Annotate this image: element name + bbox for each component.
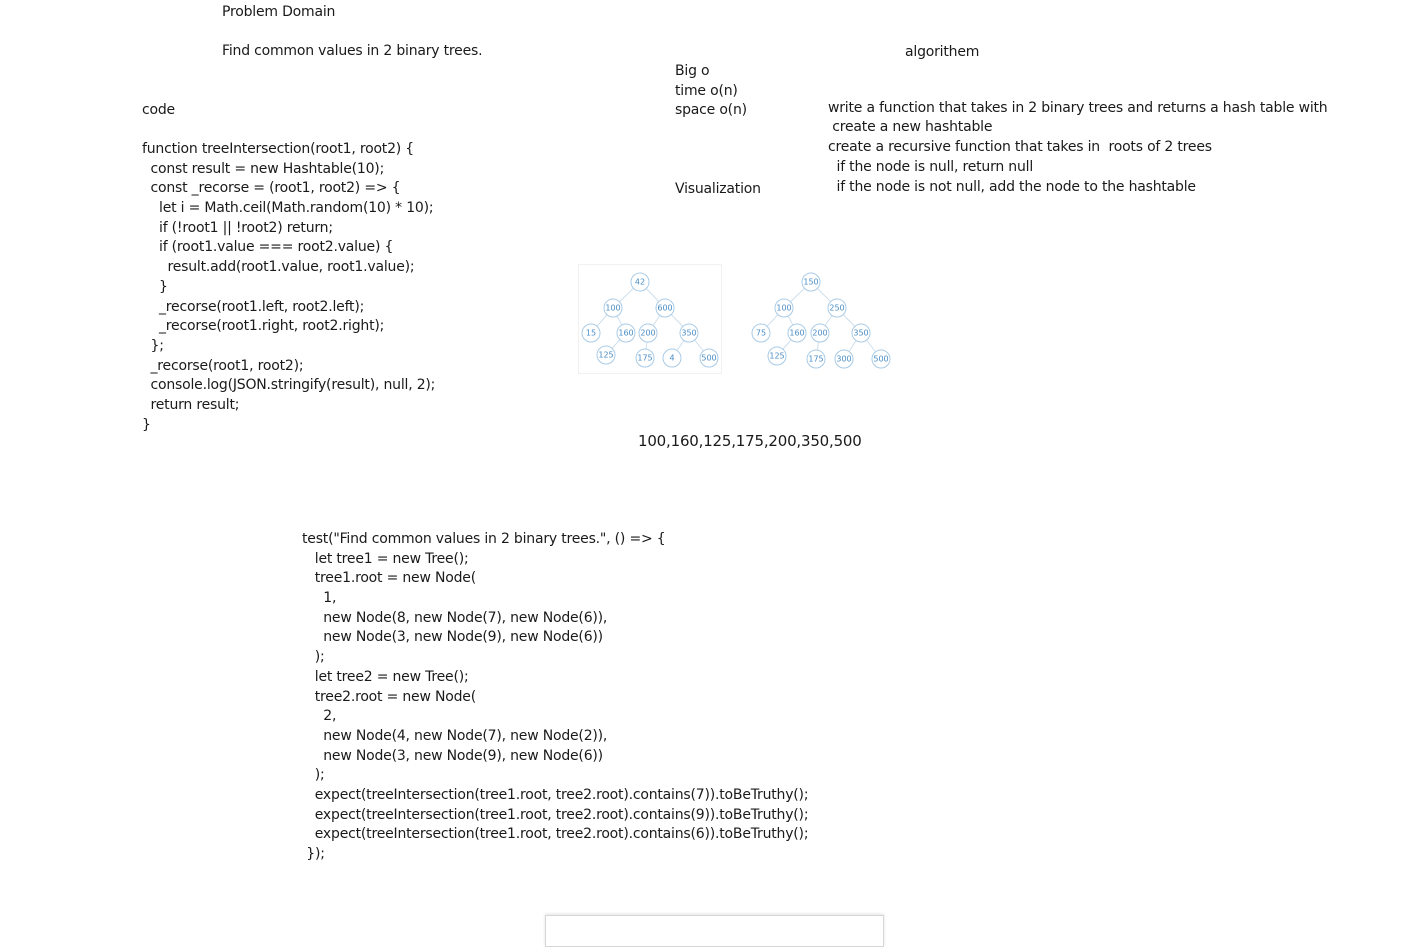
bottom-panel	[545, 915, 884, 947]
tree-node-label: 100	[605, 304, 620, 313]
test-line: );	[302, 649, 325, 666]
test-line: new Node(4, new Node(7), new Node(2)),	[302, 727, 608, 744]
tree-node-label: 160	[789, 329, 804, 338]
big-o-heading: Big o	[675, 63, 710, 79]
tree-node-label: 125	[598, 351, 613, 360]
test-line: let tree1 = new Tree();	[302, 550, 469, 567]
code-line: _recorse(root1, root2);	[142, 357, 304, 374]
tree-node-label: 250	[829, 304, 844, 313]
test-line: new Node(3, new Node(9), new Node(6))	[302, 629, 603, 646]
code-line: if (root1.value === root2.value) {	[142, 239, 394, 256]
test-line: });	[302, 846, 325, 862]
code-line: console.log(JSON.stringify(result), null…	[142, 377, 436, 394]
tree-node-label: 100	[776, 304, 791, 313]
algorithm-step: write a function that takes in 2 binary …	[828, 100, 1328, 116]
test-line: tree2.root = new Node(	[302, 688, 476, 705]
code-line: function treeIntersection(root1, root2) …	[142, 141, 415, 157]
tree-node-label: 500	[701, 354, 716, 363]
algorithm-step: create a recursive function that takes i…	[828, 139, 1212, 155]
code-line: _recorse(root1.left, root2.left);	[142, 298, 365, 315]
test-line: 1,	[302, 590, 337, 607]
tree-node-label: 160	[618, 329, 633, 338]
code-line: let i = Math.ceil(Math.random(10) * 10);	[142, 200, 434, 217]
tree-node-label: 300	[836, 355, 851, 364]
intersection-result: 100,160,125,175,200,350,500	[638, 432, 862, 450]
code-line: const result = new Hashtable(10);	[142, 160, 385, 177]
problem-statement: Find common values in 2 binary trees.	[222, 43, 483, 59]
tree-node-label: 42	[635, 278, 645, 287]
test-line: new Node(3, new Node(9), new Node(6))	[302, 747, 603, 764]
code-line: }	[142, 278, 168, 295]
tree-node-label: 350	[853, 329, 868, 338]
code-line: return result;	[142, 396, 240, 413]
tree-node-label: 500	[873, 355, 888, 364]
tree-node-label: 15	[586, 329, 596, 338]
tree-node-label: 175	[637, 354, 652, 363]
code-line: _recorse(root1.right, root2.right);	[142, 318, 385, 335]
code-line: if (!root1 || !root2) return;	[142, 219, 333, 236]
binary-tree-2: 150 100 250 75 160 200 350 125 175 300 500	[751, 272, 891, 369]
problem-domain-heading: Problem Domain	[222, 4, 336, 20]
test-line: expect(treeIntersection(tree1.root, tree…	[302, 826, 809, 843]
tree-node-label: 600	[657, 304, 672, 313]
tree-node-label: 125	[769, 352, 784, 361]
test-line: let tree2 = new Tree();	[302, 668, 469, 685]
test-line: 2,	[302, 708, 337, 725]
tree-intersection-code: function treeIntersection(root1, root2) …	[142, 140, 435, 435]
visualization-heading: Visualization	[675, 181, 761, 197]
test-line: expect(treeIntersection(tree1.root, tree…	[302, 786, 809, 803]
code-line: const _recorse = (root1, root2) => {	[142, 180, 401, 197]
code-heading: code	[142, 102, 175, 118]
code-line: result.add(root1.value, root1.value);	[142, 259, 415, 276]
test-line: test("Find common values in 2 binary tre…	[302, 531, 666, 547]
tree-node-label: 200	[812, 329, 827, 338]
algorithm-step: create a new hashtable	[828, 119, 993, 135]
tree-node-label: 4	[669, 354, 674, 363]
test-line: expect(treeIntersection(tree1.root, tree…	[302, 806, 809, 823]
tree-node-label: 200	[640, 329, 655, 338]
code-line: };	[142, 337, 164, 354]
algorithm-step: if the node is not null, add the node to…	[828, 179, 1197, 195]
tree-node-label: 150	[803, 278, 818, 287]
space-complexity: space o(n)	[675, 102, 747, 118]
tree-node-label: 175	[808, 355, 823, 364]
algorithm-step: if the node is null, return null	[828, 159, 1034, 175]
time-complexity: time o(n)	[675, 83, 738, 99]
algorithm-heading: algorithem	[905, 44, 980, 60]
binary-tree-1: 42 100 600 15 160 200 350 125 175 4 500	[581, 272, 719, 368]
test-line: );	[302, 767, 325, 784]
test-line: new Node(8, new Node(7), new Node(6)),	[302, 609, 608, 626]
code-line: }	[142, 416, 151, 433]
unit-test-code: test("Find common values in 2 binary tre…	[302, 530, 809, 865]
tree-node-label: 75	[756, 329, 766, 338]
tree-node-label: 350	[681, 329, 696, 338]
test-line: tree1.root = new Node(	[302, 570, 476, 587]
